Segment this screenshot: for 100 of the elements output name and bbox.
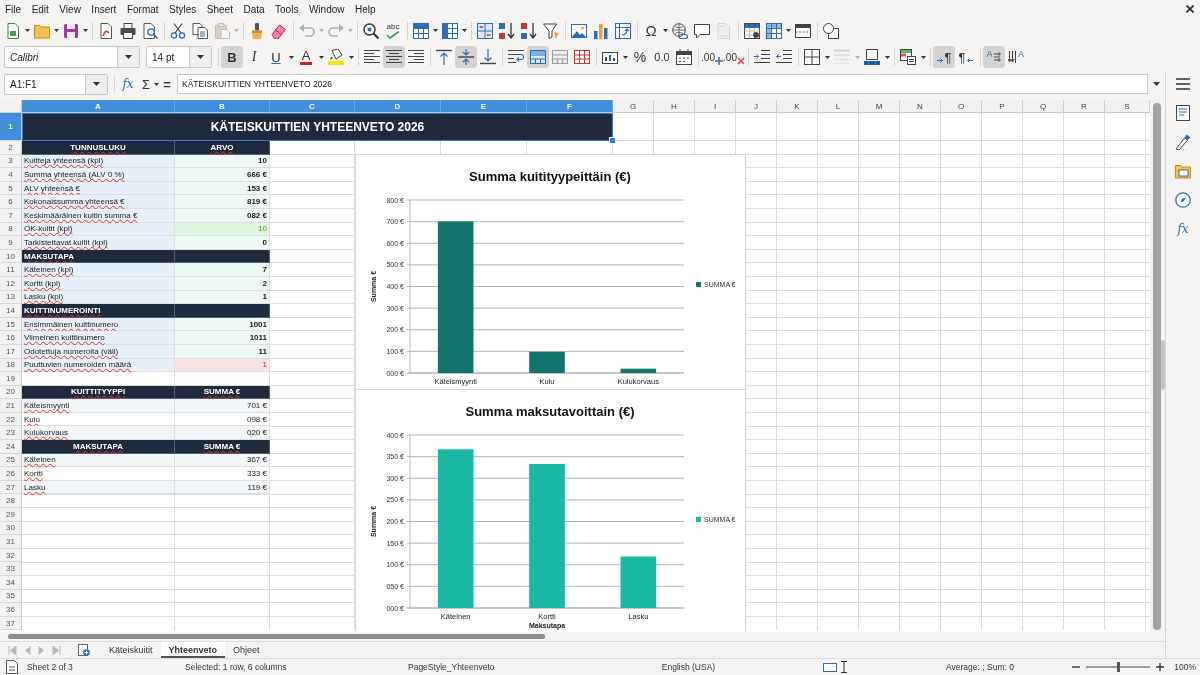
caret-icon[interactable] [348, 55, 354, 59]
row-header[interactable]: 6 [0, 195, 22, 209]
functions-button[interactable]: fx [1174, 220, 1192, 238]
column-header[interactable]: O [941, 100, 982, 113]
function-wizard-button[interactable]: fx [117, 73, 139, 95]
caret-icon[interactable] [25, 29, 30, 32]
row-header[interactable]: 28 [0, 494, 22, 509]
row-header[interactable]: 9 [0, 236, 22, 250]
text-left-to-right-button[interactable]: A [983, 46, 1005, 68]
menu-item[interactable]: Sheet [206, 3, 233, 15]
document-icon[interactable] [6, 660, 18, 674]
font-size-field[interactable]: 14 pt [146, 46, 212, 68]
caret-icon[interactable] [154, 82, 159, 86]
column-header[interactable]: H [654, 100, 695, 113]
special-character-button[interactable]: Ω [640, 19, 662, 42]
border-color-button[interactable] [861, 46, 883, 68]
caret-icon[interactable] [622, 55, 628, 59]
properties-icon[interactable] [1175, 105, 1191, 121]
sheet-tab[interactable]: Ohjeet [225, 642, 268, 658]
caret-icon[interactable] [884, 55, 890, 59]
right-to-left-button[interactable]: ¶ [955, 46, 977, 68]
row-header[interactable]: 4 [0, 168, 22, 182]
menu-item[interactable]: File [5, 3, 22, 15]
sheet-tab[interactable]: Käteiskuitit [101, 642, 161, 658]
row-header[interactable]: 14 [0, 304, 22, 318]
sum-button[interactable]: Σ [139, 73, 153, 95]
font-name-field[interactable]: Calibri [4, 46, 140, 68]
formula-input-field[interactable]: KÄTEISKUITTIEN YHTEENVETO 2026 [177, 74, 1148, 94]
zoom-percent[interactable]: 100% [1174, 662, 1196, 672]
italic-button[interactable]: I [243, 46, 265, 68]
highlighting-button[interactable] [325, 46, 347, 68]
sidebar-handle[interactable] [1161, 340, 1165, 390]
row-header[interactable]: 33 [0, 562, 22, 576]
row-header[interactable]: 36 [0, 603, 22, 617]
caret-icon[interactable] [54, 29, 59, 32]
row-header[interactable]: 34 [0, 576, 22, 590]
menu-item[interactable]: Edit [31, 3, 49, 15]
add-sheet-icon[interactable] [78, 644, 90, 656]
column-header[interactable]: P [982, 100, 1023, 113]
column-header[interactable]: Q [1023, 100, 1064, 113]
status-text[interactable]: English (USA) [661, 662, 716, 672]
plus-icon[interactable] [1156, 663, 1164, 671]
conditional-format-button[interactable] [897, 46, 919, 68]
column-header[interactable]: J [736, 100, 777, 113]
pencil-icon[interactable] [1175, 134, 1191, 150]
caret-icon[interactable] [433, 29, 438, 32]
dropdown-button[interactable] [85, 74, 107, 94]
menu-item[interactable]: Styles [169, 3, 197, 15]
dropdown-button[interactable] [189, 47, 211, 67]
selection-mode-icon[interactable] [823, 662, 837, 672]
menu-item[interactable]: View [59, 3, 81, 15]
column-header[interactable]: G [613, 100, 654, 113]
sheet-tab[interactable]: Yhteenveto [160, 642, 226, 658]
column-header[interactable]: K [777, 100, 818, 113]
menu-item[interactable]: Help [355, 3, 376, 15]
borders-button[interactable] [801, 46, 823, 68]
number-format-button[interactable]: 0.0 [651, 46, 673, 68]
caret-icon[interactable] [1153, 82, 1160, 86]
menu-item[interactable]: Data [243, 3, 265, 15]
row-header[interactable]: 24 [0, 440, 22, 454]
menu-item[interactable]: Insert [91, 3, 117, 15]
dropdown-button[interactable] [117, 47, 139, 67]
caret-icon[interactable] [462, 29, 467, 32]
slider-thumb[interactable] [1117, 662, 1120, 672]
font-color-button[interactable]: A [295, 46, 317, 68]
align-middle-button[interactable] [455, 46, 477, 68]
add-decimal-button[interactable]: .00 [701, 46, 723, 68]
menu-item[interactable]: Format [126, 3, 159, 15]
column-header[interactable]: L [818, 100, 859, 113]
caret-icon[interactable] [663, 29, 668, 32]
fill-handle[interactable] [609, 137, 616, 144]
caret-icon[interactable] [83, 29, 88, 32]
menu-icon[interactable] [1175, 76, 1191, 92]
column-header[interactable]: N [900, 100, 941, 113]
percent-button[interactable]: % [629, 46, 651, 68]
left-to-right-button[interactable]: ¶ [933, 46, 955, 68]
spelling-button[interactable]: abc [382, 19, 404, 42]
caret-icon[interactable] [920, 55, 926, 59]
menu-item[interactable]: Tools [275, 3, 299, 15]
menu-item[interactable]: Window [308, 3, 345, 15]
scrollbar-thumb[interactable] [8, 634, 545, 639]
row-header[interactable]: 26 [0, 467, 22, 481]
close-icon[interactable] [1186, 5, 1194, 13]
row-header[interactable]: 16 [0, 331, 22, 345]
row-header[interactable]: 19 [0, 372, 22, 386]
text-top-to-bottom-button[interactable]: A [1005, 46, 1027, 68]
column-header[interactable]: R [1064, 100, 1105, 113]
row-header[interactable]: 2 [0, 141, 22, 155]
align-center-button[interactable] [383, 46, 405, 68]
delete-decimal-button[interactable]: .00 [723, 46, 745, 68]
row-header[interactable]: 31 [0, 535, 22, 549]
row-header[interactable]: 11 [0, 263, 22, 277]
date-format-button[interactable] [673, 46, 695, 68]
caret-icon[interactable] [786, 29, 791, 32]
column-header[interactable]: S [1105, 100, 1150, 113]
column-header[interactable]: M [859, 100, 900, 113]
row-header[interactable]: 29 [0, 508, 22, 522]
name-box[interactable]: A1:F1 [4, 73, 108, 95]
underline-button[interactable]: U [265, 46, 287, 68]
compass-icon[interactable] [1175, 192, 1191, 208]
